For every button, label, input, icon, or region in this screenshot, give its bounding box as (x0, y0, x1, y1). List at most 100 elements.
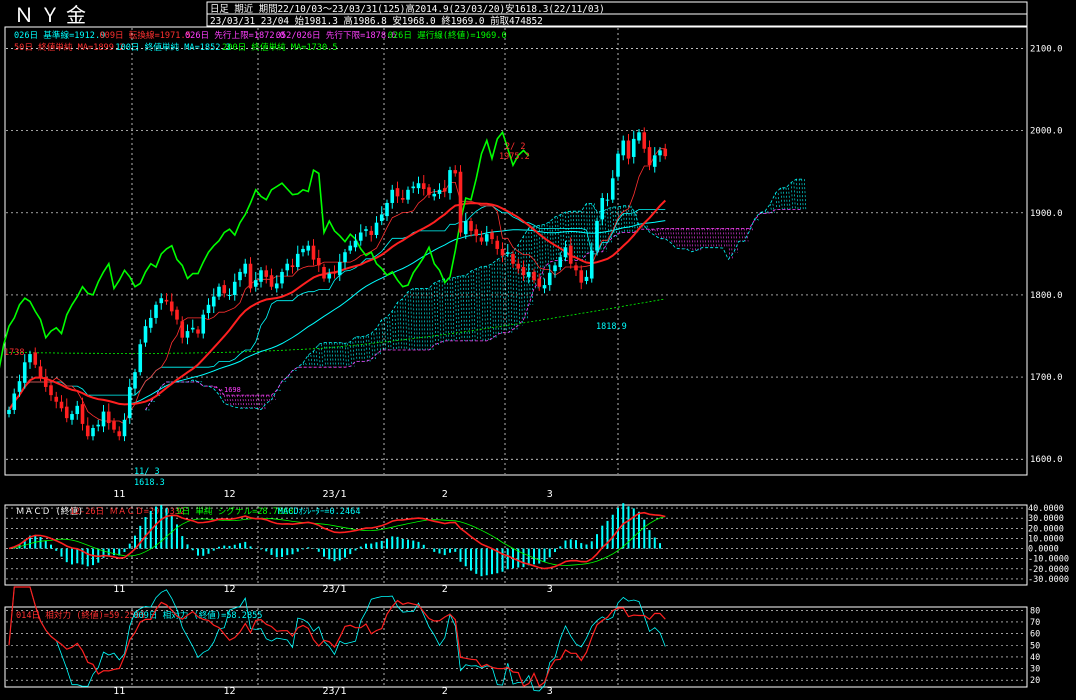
cloud-hatch (557, 216, 560, 261)
candle-body (211, 296, 216, 307)
rsi-tick-label: 60 (1030, 630, 1040, 640)
rsi9-line (8, 586, 666, 692)
cloud-hatch (229, 395, 232, 406)
candle-body (616, 153, 620, 177)
cloud-hatch (790, 182, 794, 210)
candle-body (217, 286, 221, 297)
cloud-hatch (801, 179, 804, 210)
macd-signal-line (8, 516, 666, 566)
cloud-hatch (244, 395, 248, 409)
candle-body (75, 405, 80, 415)
cloud-hatch (785, 187, 788, 210)
candle-body (164, 299, 169, 302)
cloud-hatch (630, 205, 633, 233)
x-tick-label: 23/1 (322, 686, 346, 697)
cloud-hatch (735, 228, 738, 253)
cloud-hatch (405, 298, 408, 350)
x-tick-label: 12 (223, 686, 235, 697)
cloud-hatch (250, 395, 253, 409)
macd-tick-label: 20.0000 (1028, 524, 1064, 534)
cloud-hatch (336, 342, 339, 368)
cloud-hatch (433, 283, 437, 346)
ichimoku-cloud (145, 179, 807, 411)
cloud-hatch (628, 205, 631, 233)
cloud-hatch (483, 266, 486, 341)
macd-tick-label: 30.0000 (1028, 514, 1064, 524)
price-tick-label: 1900.0 (1030, 209, 1063, 219)
cloud-hatch (620, 206, 623, 234)
legend-item: 026日 基準線=1912.9 (14, 29, 105, 41)
candle-body (532, 271, 536, 281)
cloud-hatch (578, 211, 581, 261)
cloud-hatch (664, 228, 668, 239)
candle-body (484, 234, 489, 242)
cloud-hatch (237, 395, 240, 408)
cloud-hatch (478, 268, 481, 341)
cloud-hatch (554, 216, 557, 261)
macd-panel-frame (4, 504, 1028, 586)
macd-line (8, 511, 666, 570)
candle-body (584, 276, 589, 281)
candle-body (495, 240, 500, 249)
candle-body (143, 326, 148, 343)
cloud-hatch (268, 395, 271, 404)
annotation-left-small: 1698 (224, 386, 241, 394)
macd-tick-label: 10.0000 (1028, 534, 1064, 544)
candle-body (269, 275, 274, 287)
candle-body (621, 140, 626, 156)
cloud-hatch (302, 363, 305, 368)
candle-body (652, 155, 657, 167)
cloud-hatch (231, 395, 234, 406)
candle-body (547, 272, 552, 286)
candle-body (332, 271, 337, 274)
candle-body (610, 178, 615, 200)
candle-body (589, 250, 594, 279)
macd-tick-label: 0.0000 (1028, 545, 1059, 555)
cloud-hatch (407, 291, 410, 350)
x-tick-label: 3 (547, 686, 553, 697)
candle-body (605, 199, 610, 201)
candle-body (448, 170, 452, 194)
cloud-hatch (449, 278, 452, 341)
legend-item: 200日 終値単純 MA=1730.5 (222, 41, 337, 53)
candle-body (96, 424, 101, 427)
cloud-hatch (685, 228, 689, 249)
candle-body (201, 314, 206, 334)
x-tick-label: 3 (547, 489, 553, 500)
candle-body (190, 327, 195, 330)
candle-body (474, 229, 479, 236)
x-tick-label: 2 (442, 489, 448, 500)
cloud-hatch (420, 288, 423, 350)
cloud-hatch (486, 266, 489, 341)
cloud-hatch (714, 228, 717, 248)
candle-body (568, 245, 573, 264)
candle-body (658, 150, 662, 156)
candle-body (169, 301, 174, 312)
cloud-hatch (657, 229, 660, 236)
cloud-hatch (402, 298, 405, 350)
candle-body (595, 221, 599, 251)
candle-body (469, 221, 473, 231)
candle-body (537, 278, 542, 287)
candle-body (159, 298, 164, 304)
candle-body (558, 257, 563, 268)
rsi14-line (8, 586, 666, 688)
candle-body (22, 362, 27, 383)
candle-body (385, 202, 389, 217)
cloud-hatch (741, 228, 744, 242)
annotation-low-value: 1618.3 (134, 478, 165, 488)
cloud-hatch (717, 228, 720, 248)
cloud-hatch (457, 277, 460, 341)
cloud-hatch (344, 343, 347, 368)
cloud-hatch (706, 228, 710, 248)
candle-body (112, 421, 116, 430)
cloud-hatch (709, 228, 712, 248)
cloud-hatch (323, 342, 326, 368)
candle-body (91, 428, 95, 437)
candle-body (379, 214, 384, 222)
candle-body (553, 265, 557, 272)
rsi-tick-label: 40 (1030, 653, 1040, 663)
cloud-hatch (738, 228, 741, 242)
cloud-hatch (751, 228, 754, 232)
candle-body (316, 257, 321, 266)
